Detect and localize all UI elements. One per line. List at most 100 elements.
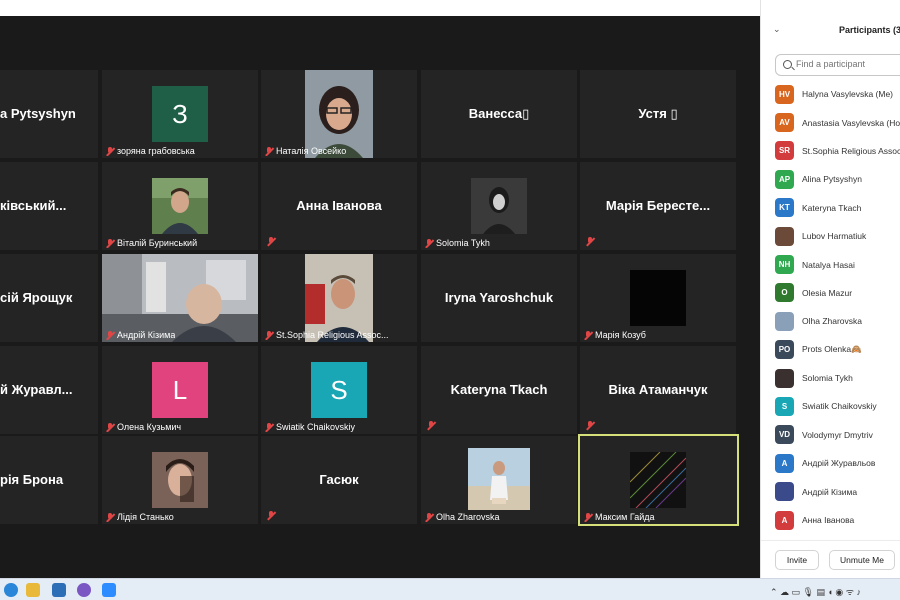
- muted-mic-icon: [265, 422, 273, 432]
- video-tile[interactable]: Марія Бересте...: [580, 162, 736, 250]
- participant-row[interactable]: Olha Zharovska: [761, 307, 900, 335]
- video-tile[interactable]: Марія Козуб: [580, 254, 736, 342]
- participant-name: Kateryna Tkach: [802, 202, 862, 213]
- video-tile[interactable]: Анна Іванова: [261, 162, 417, 250]
- mail-icon[interactable]: [52, 583, 66, 597]
- participant-row[interactable]: VD Volodymyr Dmytriv: [761, 421, 900, 449]
- participants-title: Participants (35): [839, 25, 900, 35]
- search-input[interactable]: [796, 59, 900, 69]
- windows-taskbar: ⌃ ☁ ▭ 🎙 ▤ ◖ ◉ ᯤ ♪: [0, 578, 900, 600]
- windows-start-icon[interactable]: [4, 583, 18, 597]
- participant-name: Анна Іванова: [296, 198, 382, 213]
- participant-row[interactable]: Lubov Harmatiuk: [761, 222, 900, 250]
- participant-name: Анна Іванова: [802, 515, 855, 526]
- video-tile[interactable]: Лідія Станько: [102, 436, 258, 524]
- participant-name: Віка Атаманчук: [608, 382, 708, 397]
- participant-row[interactable]: AV Anastasia Vasylevska (Host: [761, 108, 900, 136]
- window-top-strip: [0, 0, 760, 16]
- participant-video: [630, 452, 686, 508]
- video-tile[interactable]: сій Ярощук: [0, 254, 98, 342]
- tray-icons[interactable]: ⌃ ☁ ▭ 🎙 ▤ ◖ ◉ ᯤ ♪: [770, 585, 861, 598]
- video-tile[interactable]: Гасюк: [261, 436, 417, 524]
- participant-row[interactable]: PO Prots Olenka🙈: [761, 336, 900, 364]
- participant-row[interactable]: S Swiatik Chaikovskiy: [761, 392, 900, 420]
- participant-label: Олена Кузьмич: [117, 422, 182, 432]
- participant-avatar: KT: [775, 198, 794, 218]
- participant-row[interactable]: SR St.Sophia Religious Associa: [761, 137, 900, 165]
- video-tile[interactable]: Kateryna Tkach: [421, 346, 577, 434]
- zoom-icon[interactable]: [102, 583, 116, 597]
- participant-row[interactable]: HV Halyna Vasylevska (Me): [761, 80, 900, 108]
- participant-name: сій Ярощук: [0, 290, 73, 305]
- muted-mic-icon: [425, 238, 433, 248]
- participant-name: Natalya Hasai: [802, 259, 855, 270]
- video-tile[interactable]: й Журавл...: [0, 346, 98, 434]
- participant-name: Alina Pytsyshyn: [802, 174, 862, 185]
- invite-button[interactable]: Invite: [775, 550, 819, 570]
- viber-icon[interactable]: [77, 583, 91, 597]
- video-tile[interactable]: рія Брона: [0, 436, 98, 524]
- video-tile[interactable]: Віка Атаманчук: [580, 346, 736, 434]
- video-tile[interactable]: Наталія Овсейко: [261, 70, 417, 158]
- participant-row[interactable]: NH Natalya Hasai: [761, 250, 900, 278]
- unmute-me-button[interactable]: Unmute Me: [829, 550, 895, 570]
- participant-video: [471, 178, 527, 234]
- participant-name: ківський...: [0, 198, 67, 213]
- participant-avatar: S: [775, 396, 794, 416]
- video-tile[interactable]: З зоряна грабовська: [102, 70, 258, 158]
- video-tile[interactable]: a Pytsyshyn: [0, 70, 98, 158]
- participant-avatar: PO: [775, 340, 794, 360]
- video-tile[interactable]: St.Sophia Religious Assoc...: [261, 254, 417, 342]
- participant-avatar: AP: [775, 169, 794, 189]
- video-tile[interactable]: Ванесса▯: [421, 70, 577, 158]
- chevron-down-icon[interactable]: ⌄: [773, 24, 781, 35]
- muted-mic-icon: [584, 330, 592, 340]
- participant-row[interactable]: Андрій Кізима: [761, 477, 900, 505]
- participant-label: Віталій Буринський: [117, 238, 198, 248]
- participant-avatar: VD: [775, 425, 794, 445]
- participant-name: a Pytsyshyn: [0, 106, 76, 121]
- participant-name: St.Sophia Religious Associa: [802, 145, 900, 156]
- participant-label: St.Sophia Religious Assoc...: [276, 330, 389, 340]
- muted-mic-icon: [265, 146, 273, 156]
- participant-avatar: L: [152, 362, 208, 418]
- participant-name: й Журавл...: [0, 382, 73, 397]
- muted-mic-icon: [265, 330, 273, 340]
- participant-name: Lubov Harmatiuk: [802, 231, 867, 242]
- video-tile[interactable]: Solomia Tykh: [421, 162, 577, 250]
- participant-name: Гасюк: [319, 472, 359, 487]
- muted-mic-icon: [584, 512, 592, 522]
- participant-avatar: O: [775, 283, 794, 303]
- participant-row[interactable]: A Анна Іванова: [761, 506, 900, 534]
- participant-search[interactable]: [775, 54, 900, 76]
- participant-label: Марія Козуб: [595, 330, 646, 340]
- video-tile[interactable]: Устя ▯: [580, 70, 736, 158]
- participant-row[interactable]: A Андрій Журавльов: [761, 449, 900, 477]
- muted-mic-icon: [427, 421, 435, 430]
- video-tile[interactable]: Olha Zharovska: [421, 436, 577, 524]
- muted-mic-icon: [106, 512, 114, 522]
- participant-label: зоряна грабовська: [117, 146, 195, 156]
- participant-video: [630, 270, 686, 326]
- video-tile[interactable]: ківський...: [0, 162, 98, 250]
- video-tile[interactable]: L Олена Кузьмич: [102, 346, 258, 434]
- participant-row[interactable]: KT Kateryna Tkach: [761, 194, 900, 222]
- participant-name: Volodymyr Dmytriv: [802, 429, 873, 440]
- participant-row[interactable]: Solomia Tykh: [761, 364, 900, 392]
- participant-video: [152, 452, 208, 508]
- participant-avatar: [775, 482, 794, 502]
- file-explorer-icon[interactable]: [26, 583, 40, 597]
- participant-name: Андрій Журавльов: [802, 458, 876, 469]
- participants-header: ⌄ Participants (35): [761, 22, 900, 42]
- participant-name: Solomia Tykh: [802, 373, 853, 384]
- participant-avatar: HV: [775, 84, 794, 104]
- participant-name: Olha Zharovska: [802, 316, 862, 327]
- participant-row[interactable]: AP Alina Pytsyshyn: [761, 165, 900, 193]
- video-tile[interactable]: Віталій Буринський: [102, 162, 258, 250]
- participant-label: Андрій Кізима: [117, 330, 176, 340]
- participant-row[interactable]: O Olesia Mazur: [761, 279, 900, 307]
- video-tile[interactable]: S Swiatik Chaikovskiy: [261, 346, 417, 434]
- video-tile[interactable]: Iryna Yaroshchuk: [421, 254, 577, 342]
- video-tile-active-speaker[interactable]: Максим Гайда: [578, 434, 739, 526]
- video-tile[interactable]: Андрій Кізима: [102, 254, 258, 342]
